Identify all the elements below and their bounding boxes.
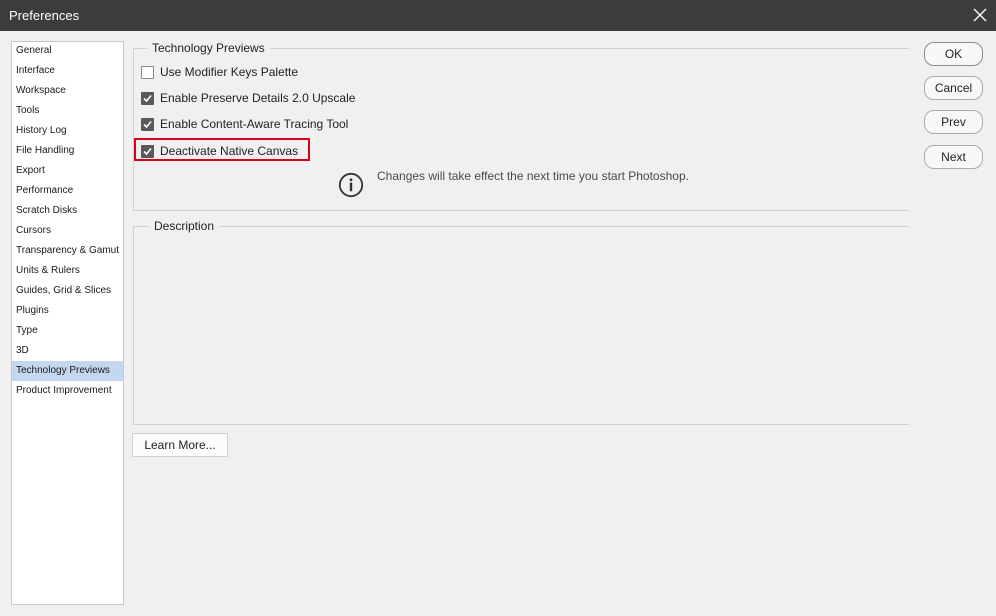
sidebar-item-history-log[interactable]: History Log xyxy=(12,121,123,141)
sidebar-item-technology-previews[interactable]: Technology Previews xyxy=(12,361,123,381)
sidebar-item-tools[interactable]: Tools xyxy=(12,101,123,121)
sidebar-item-general[interactable]: General xyxy=(12,41,123,61)
checkbox[interactable] xyxy=(141,118,154,131)
sidebar-item-interface[interactable]: Interface xyxy=(12,61,123,81)
option-label: Enable Content-Aware Tracing Tool xyxy=(160,117,349,131)
window-title: Preferences xyxy=(9,8,80,23)
preferences-sidebar: General Interface Workspace Tools History Lo… xyxy=(11,41,124,605)
sidebar-item-type[interactable]: Type xyxy=(12,321,123,341)
checkmark-icon xyxy=(143,120,152,129)
sidebar-item-workspace[interactable]: Workspace xyxy=(12,81,123,101)
close-icon xyxy=(973,8,987,22)
sidebar-item-product-improvement[interactable]: Product Improvement xyxy=(12,381,123,401)
info-icon xyxy=(338,172,364,198)
description-title: Description xyxy=(149,219,220,233)
description-group xyxy=(133,226,909,425)
sidebar-item-performance[interactable]: Performance xyxy=(12,181,123,201)
info-message: Changes will take effect the next time y… xyxy=(377,169,689,183)
title-bar: Preferences xyxy=(0,0,996,31)
sidebar-item-3d[interactable]: 3D xyxy=(12,341,123,361)
option-label: Use Modifier Keys Palette xyxy=(160,65,299,79)
learn-more-button[interactable]: Learn More... xyxy=(132,433,228,457)
sidebar-item-transparency-gamut[interactable]: Transparency & Gamut xyxy=(12,241,123,261)
checkbox[interactable] xyxy=(141,92,154,105)
close-button[interactable] xyxy=(964,0,996,31)
checkmark-icon xyxy=(143,94,152,103)
prev-button[interactable]: Prev xyxy=(924,110,983,134)
tech-previews-title: Technology Previews xyxy=(147,41,270,55)
sidebar-item-guides-grid-slices[interactable]: Guides, Grid & Slices xyxy=(12,281,123,301)
sidebar-list: General Interface Workspace Tools History Lo… xyxy=(12,41,123,401)
sidebar-item-plugins[interactable]: Plugins xyxy=(12,301,123,321)
cancel-button[interactable]: Cancel xyxy=(924,76,983,100)
sidebar-item-cursors[interactable]: Cursors xyxy=(12,221,123,241)
ok-button[interactable]: OK xyxy=(924,42,983,66)
sidebar-item-scratch-disks[interactable]: Scratch Disks xyxy=(12,201,123,221)
highlight-box xyxy=(134,138,310,161)
sidebar-item-file-handling[interactable]: File Handling xyxy=(12,141,123,161)
next-button[interactable]: Next xyxy=(924,145,983,169)
sidebar-item-units-rulers[interactable]: Units & Rulers xyxy=(12,261,123,281)
option-label: Enable Preserve Details 2.0 Upscale xyxy=(160,91,356,105)
sidebar-item-export[interactable]: Export xyxy=(12,161,123,181)
checkbox[interactable] xyxy=(141,66,154,79)
